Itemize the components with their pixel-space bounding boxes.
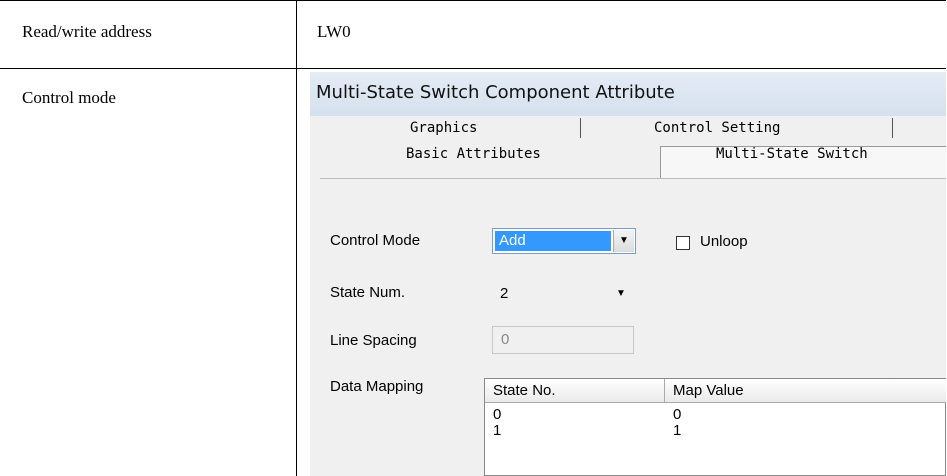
tab-graphics[interactable]: Graphics [410, 120, 477, 136]
column-header-map-value[interactable]: Map Value [665, 379, 946, 403]
chevron-down-icon[interactable]: ▼ [613, 230, 634, 252]
tab-separator [580, 118, 581, 138]
attribute-table: Read/write address LW0 Control mode Mult… [0, 0, 946, 476]
unloop-label: Unloop [700, 233, 748, 250]
tab-row-line [320, 178, 946, 179]
multi-state-switch-dialog: Multi-State Switch Component Attribute G… [310, 72, 946, 476]
table-top-border [0, 0, 946, 1]
state-num-select[interactable]: 2 [500, 285, 508, 302]
row-label-read-write-address: Read/write address [22, 22, 152, 41]
data-mapping-table: State No. Map Value 0 0 1 1 [484, 378, 946, 476]
control-mode-label: Control Mode [330, 232, 421, 249]
tab-multi-state-switch[interactable]: Multi-State Switch [716, 146, 868, 162]
line-spacing-input: 0 [492, 326, 634, 354]
chevron-down-icon[interactable]: ▼ [616, 288, 626, 299]
row-divider [0, 68, 946, 69]
table-cell-state-no[interactable]: 0 [493, 407, 501, 423]
control-mode-selected-value: Add [495, 231, 611, 251]
state-num-label: State Num. [330, 284, 406, 301]
tab-separator [892, 118, 893, 138]
line-spacing-label: Line Spacing [330, 332, 417, 349]
row-label-control-mode: Control mode [22, 88, 116, 107]
tab-control-setting[interactable]: Control Setting [654, 120, 780, 136]
column-header-state-no[interactable]: State No. [485, 379, 665, 403]
dialog-title: Multi-State Switch Component Attribute [316, 82, 675, 103]
table-cell-map-value[interactable]: 0 [673, 407, 681, 423]
table-cell-state-no[interactable]: 1 [493, 423, 501, 439]
table-cell-map-value[interactable]: 1 [673, 423, 681, 439]
dialog-body: Graphics Control Setting Basic Attribute… [320, 116, 946, 476]
tab-basic-attributes[interactable]: Basic Attributes [406, 146, 541, 162]
row-value-read-write-address: LW0 [317, 22, 351, 41]
data-mapping-label: Data Mapping [330, 378, 424, 395]
data-mapping-header: State No. Map Value [485, 379, 946, 403]
control-mode-select[interactable]: Add ▼ [492, 228, 636, 254]
column-divider [296, 0, 297, 476]
unloop-checkbox[interactable] [676, 236, 690, 250]
